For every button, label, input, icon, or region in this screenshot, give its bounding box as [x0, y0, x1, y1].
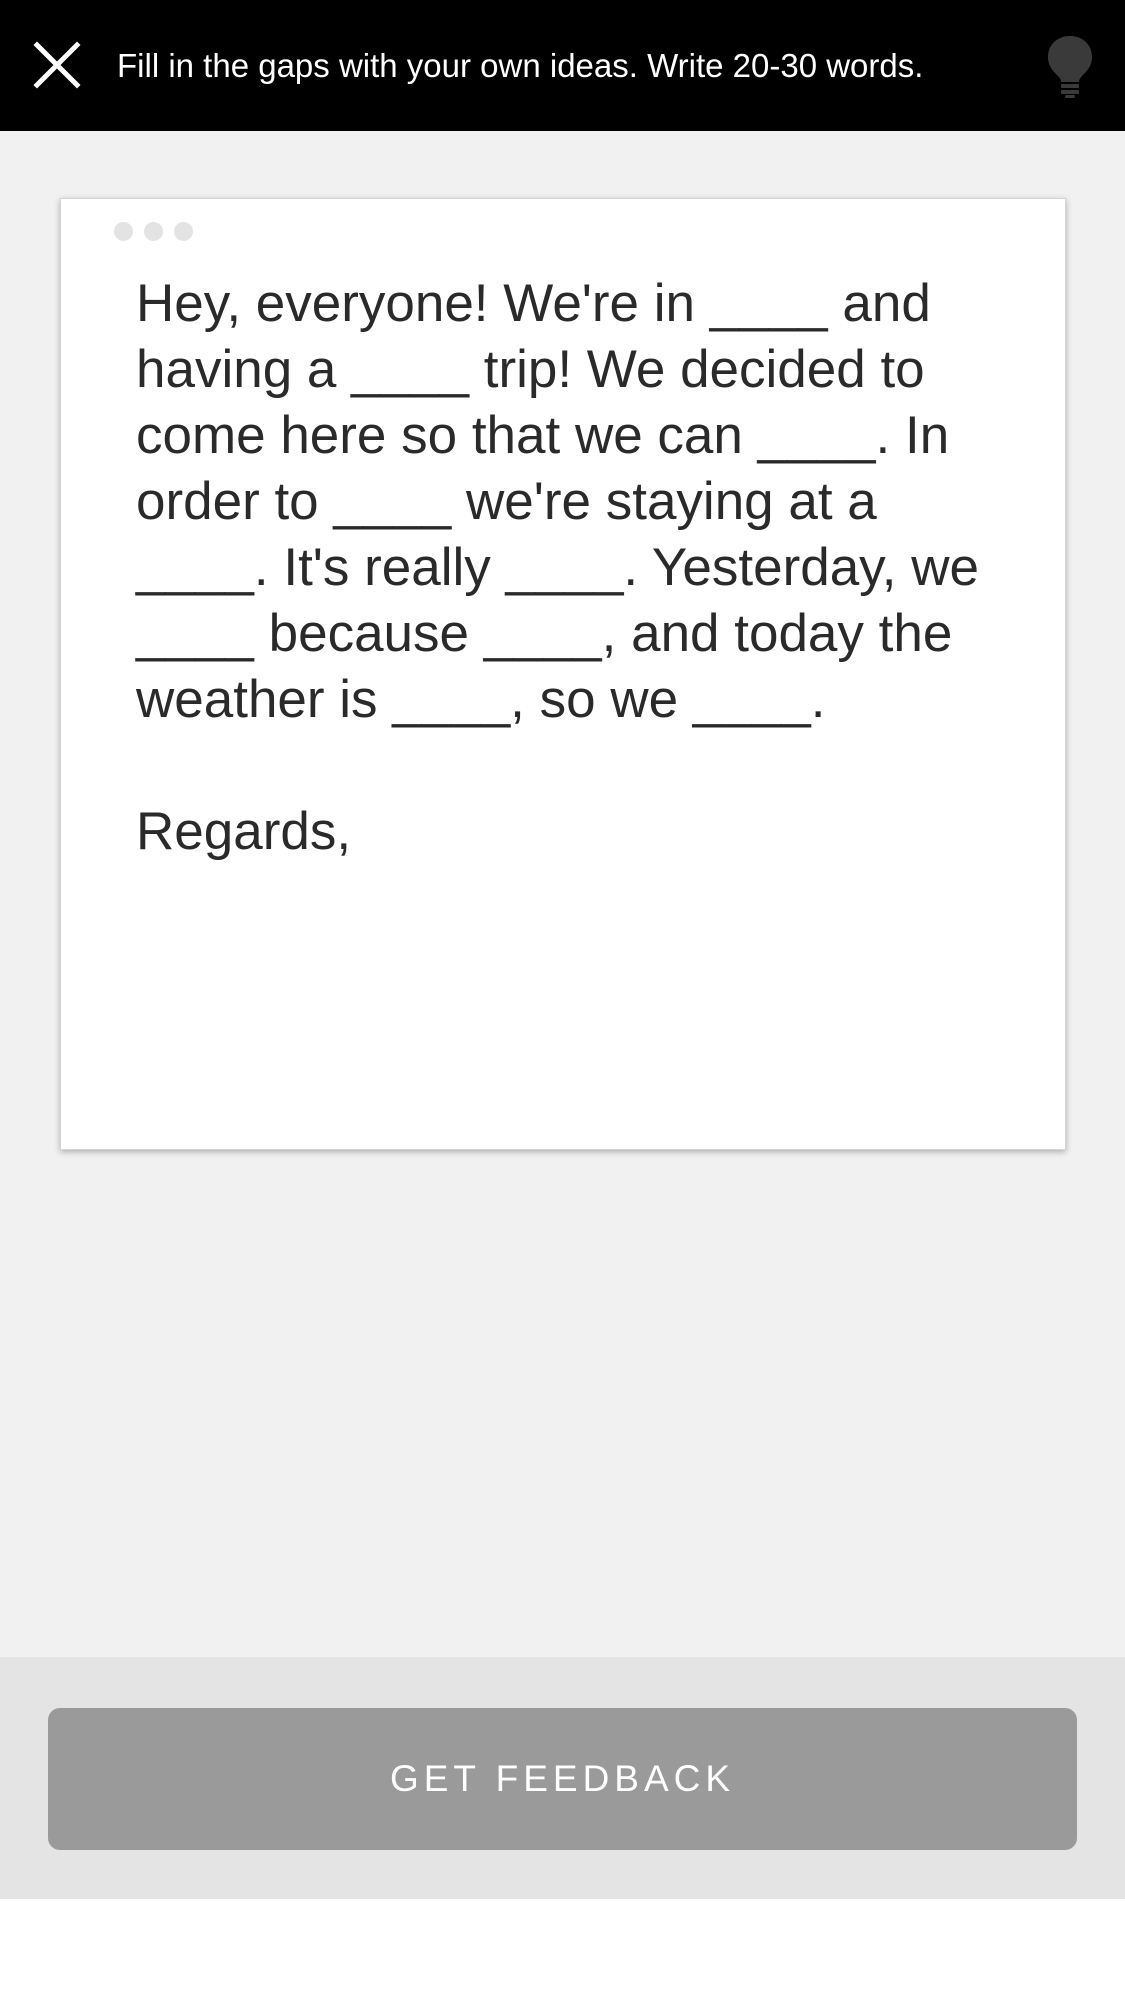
- instruction-text: Fill in the gaps with your own ideas. Wr…: [117, 47, 924, 84]
- dot: [114, 222, 133, 241]
- close-icon: [33, 41, 81, 89]
- dot: [174, 222, 193, 241]
- close-button[interactable]: [30, 38, 84, 92]
- get-feedback-button[interactable]: GET FEEDBACK: [48, 1708, 1077, 1850]
- lightbulb-icon: [1048, 36, 1092, 98]
- footer-bar: GET FEEDBACK: [0, 1657, 1125, 1899]
- writing-text-area[interactable]: Hey, everyone! We're in ____ and having …: [136, 271, 1016, 865]
- bottom-strip: [0, 1899, 1125, 2000]
- text-editor-card[interactable]: Hey, everyone! We're in ____ and having …: [60, 198, 1066, 1150]
- dot: [144, 222, 163, 241]
- more-dots-icon[interactable]: [114, 222, 193, 242]
- top-bar: Fill in the gaps with your own ideas. Wr…: [0, 0, 1125, 131]
- hint-button[interactable]: [1046, 34, 1094, 98]
